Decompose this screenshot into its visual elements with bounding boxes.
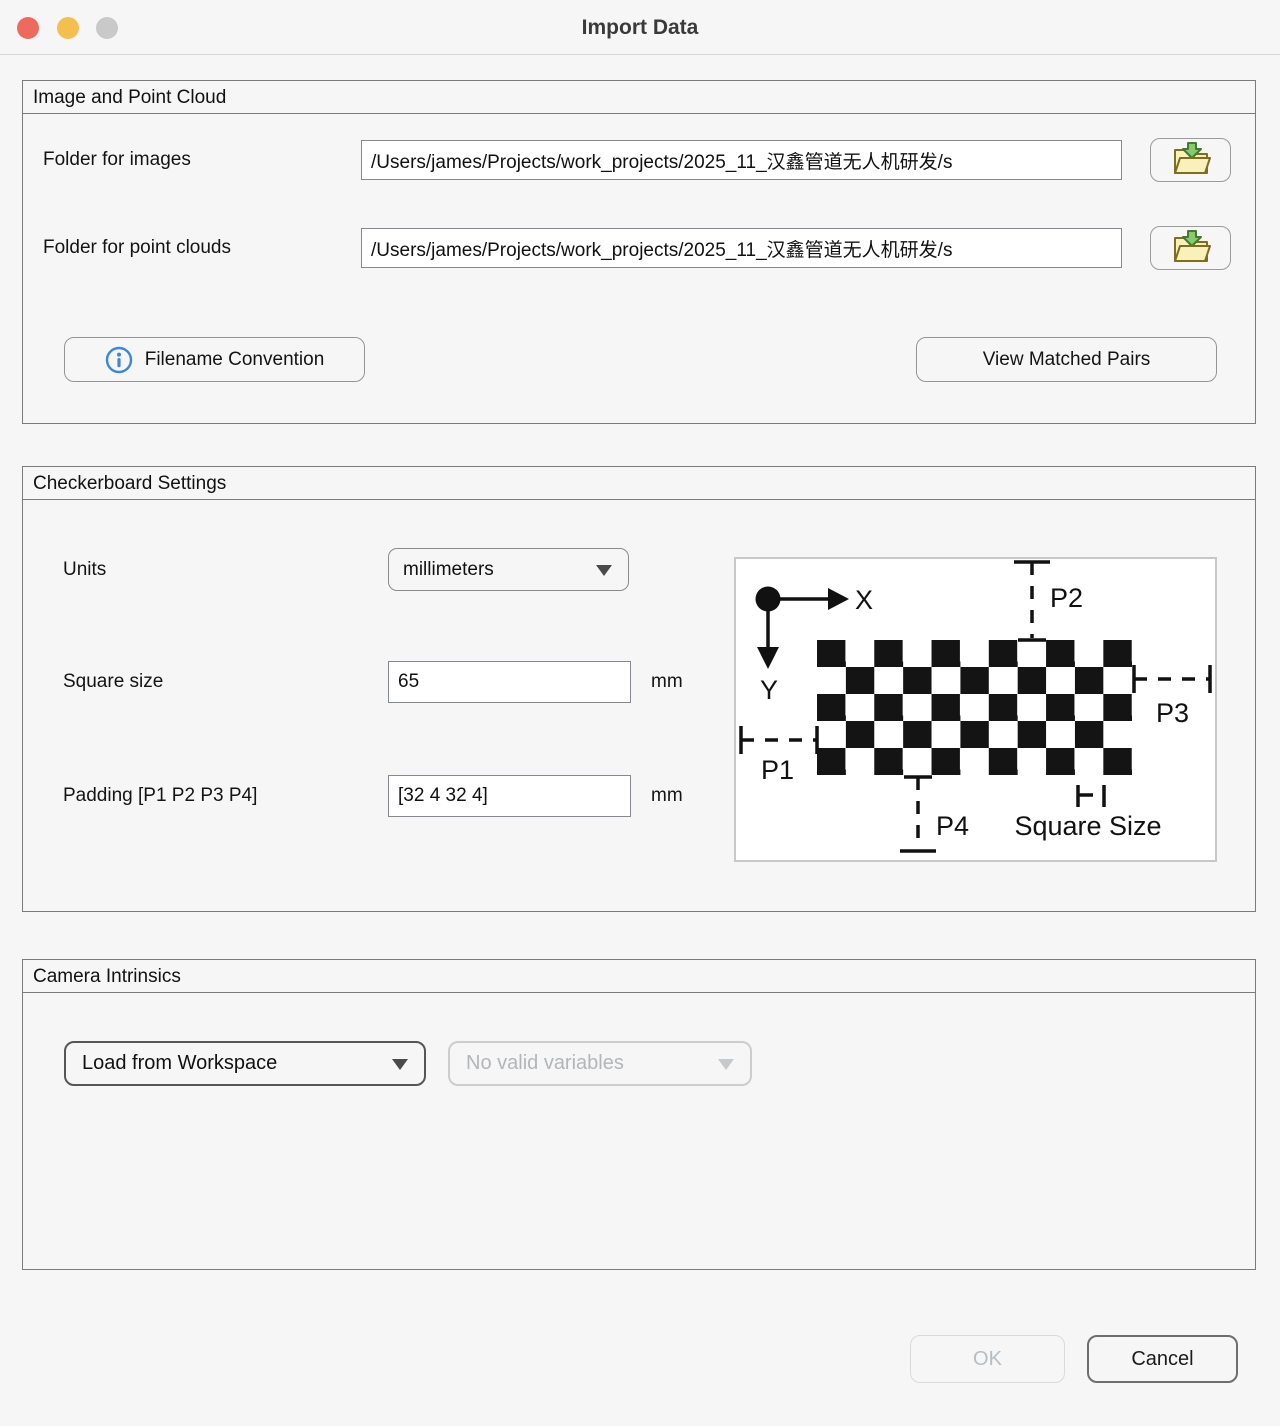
section-title: Image and Point Cloud bbox=[23, 81, 1255, 114]
open-folder-icon bbox=[1169, 228, 1213, 269]
folder-point-clouds-label: Folder for point clouds bbox=[43, 228, 231, 268]
view-matched-pairs-label: View Matched Pairs bbox=[983, 349, 1151, 371]
filename-convention-button[interactable]: Filename Convention bbox=[64, 337, 365, 382]
square-size-label: Square size bbox=[63, 661, 163, 703]
chevron-down-icon bbox=[718, 1059, 734, 1070]
checkerboard-diagram: X Y P2 P3 P1 bbox=[734, 557, 1217, 862]
x-axis-label: X bbox=[855, 585, 873, 615]
p2-label: P2 bbox=[1050, 583, 1083, 613]
padding-input[interactable] bbox=[388, 775, 631, 817]
p4-label: P4 bbox=[936, 811, 969, 841]
titlebar: Import Data bbox=[0, 0, 1280, 55]
chevron-down-icon bbox=[596, 565, 612, 576]
browse-point-clouds-button[interactable] bbox=[1150, 226, 1231, 270]
p3-label: P3 bbox=[1156, 698, 1189, 728]
folder-point-clouds-input[interactable] bbox=[361, 228, 1122, 268]
section-checkerboard-settings: Checkerboard Settings Units millimeters … bbox=[22, 466, 1256, 912]
chevron-down-icon bbox=[392, 1059, 408, 1070]
view-matched-pairs-button[interactable]: View Matched Pairs bbox=[916, 337, 1217, 382]
square-size-unit-label: mm bbox=[651, 661, 683, 703]
padding-label: Padding [P1 P2 P3 P4] bbox=[63, 775, 257, 817]
padding-unit-label: mm bbox=[651, 775, 683, 817]
import-data-dialog: Import Data Image and Point Cloud Folder… bbox=[0, 0, 1280, 1426]
folder-images-input[interactable] bbox=[361, 140, 1122, 180]
p1-label: P1 bbox=[761, 755, 794, 785]
folder-images-label: Folder for images bbox=[43, 140, 191, 180]
y-axis-label: Y bbox=[760, 675, 778, 705]
section-image-point-cloud: Image and Point Cloud Folder for images … bbox=[22, 80, 1256, 424]
units-dropdown-value: millimeters bbox=[389, 559, 494, 581]
filename-convention-label: Filename Convention bbox=[145, 349, 325, 371]
diagram-annotations: X Y P2 P3 P1 bbox=[736, 559, 1215, 860]
square-size-input[interactable] bbox=[388, 661, 631, 703]
section-camera-intrinsics: Camera Intrinsics Load from Workspace No… bbox=[22, 959, 1256, 1270]
intrinsics-variables-value: No valid variables bbox=[450, 1052, 624, 1075]
section-title: Checkerboard Settings bbox=[23, 467, 1255, 500]
intrinsics-source-dropdown[interactable]: Load from Workspace bbox=[64, 1041, 426, 1086]
open-folder-icon bbox=[1169, 140, 1213, 181]
intrinsics-variables-dropdown[interactable]: No valid variables bbox=[448, 1041, 752, 1086]
square-size-caption: Square Size bbox=[1014, 811, 1161, 841]
section-title: Camera Intrinsics bbox=[23, 960, 1255, 993]
units-label: Units bbox=[63, 548, 106, 591]
intrinsics-source-value: Load from Workspace bbox=[66, 1052, 277, 1075]
info-icon bbox=[105, 346, 133, 374]
units-dropdown[interactable]: millimeters bbox=[388, 548, 629, 591]
ok-button[interactable]: OK bbox=[910, 1335, 1065, 1383]
cancel-button[interactable]: Cancel bbox=[1087, 1335, 1238, 1383]
browse-images-button[interactable] bbox=[1150, 138, 1231, 182]
window-title: Import Data bbox=[0, 0, 1280, 55]
